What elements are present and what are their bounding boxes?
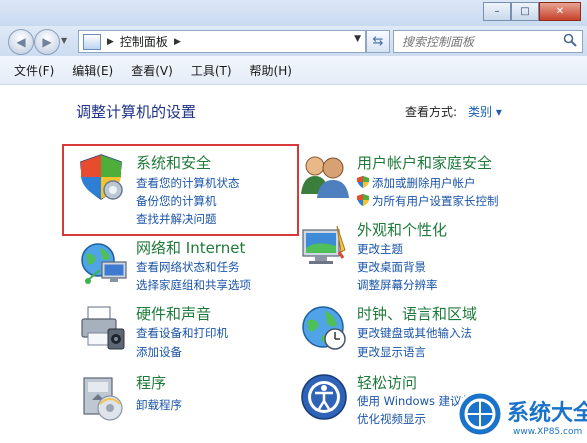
watermark-text: 系统大全	[507, 401, 587, 426]
menu-help[interactable]: 帮助(H)	[241, 62, 301, 79]
address-bar[interactable]: ▶ 控制面板 ▶ ▼	[78, 30, 366, 53]
category-title[interactable]: 时钟、语言和区域	[357, 303, 477, 324]
address-dropdown-icon[interactable]: ▼	[354, 34, 361, 44]
refresh-icon: ⇆	[372, 34, 384, 49]
navigation-bar: ◀ ▶ ▼ ▶ 控制面板 ▶ ▼ ⇆	[0, 26, 587, 56]
menu-view[interactable]: 查看(V)	[122, 62, 182, 79]
ease-of-access-icon[interactable]	[299, 372, 349, 422]
menu-edit[interactable]: 编辑(E)	[63, 62, 122, 79]
category-title[interactable]: 用户帐户和家庭安全	[357, 152, 492, 173]
breadcrumb-arrow-icon[interactable]: ▶	[174, 37, 181, 47]
menu-file[interactable]: 文件(F)	[0, 62, 63, 79]
back-button[interactable]: ◀	[8, 29, 34, 55]
category-title[interactable]: 轻松访问	[357, 372, 417, 393]
menu-tools[interactable]: 工具(T)	[182, 62, 241, 79]
recent-pages-dropdown[interactable]: ▼	[61, 36, 67, 45]
category-link[interactable]: 更改桌面背景	[357, 259, 426, 275]
maximize-button[interactable]: □	[511, 2, 539, 21]
highlight-box	[62, 144, 299, 236]
category-title[interactable]: 网络和 Internet	[136, 237, 245, 258]
watermark: 系统大全 www.XP85.com	[455, 383, 587, 443]
category-title[interactable]: 外观和个性化	[357, 219, 447, 240]
back-arrow-icon: ◀	[16, 35, 26, 49]
category-title[interactable]: 程序	[136, 372, 166, 393]
breadcrumb-arrow-icon[interactable]: ▶	[107, 37, 114, 47]
category-link[interactable]: 添加设备	[136, 344, 182, 360]
forward-arrow-icon: ▶	[42, 35, 52, 49]
programs-icon[interactable]	[78, 372, 128, 422]
menu-bar: 文件(F) 编辑(E) 查看(V) 工具(T) 帮助(H)	[0, 56, 587, 85]
appearance-icon[interactable]	[299, 222, 349, 270]
page-title: 调整计算机的设置	[76, 103, 197, 121]
users-icon[interactable]	[299, 152, 349, 200]
printer-icon[interactable]	[78, 303, 128, 351]
forward-button[interactable]: ▶	[34, 29, 60, 55]
category-link[interactable]: 添加或删除用户帐户	[372, 175, 476, 191]
breadcrumb-control-panel[interactable]: 控制面板	[120, 33, 168, 50]
category-link[interactable]: 更改主题	[357, 241, 403, 257]
category-link[interactable]: 调整屏幕分辨率	[357, 277, 438, 293]
control-panel-icon	[83, 33, 101, 50]
refresh-button[interactable]: ⇆	[366, 30, 390, 53]
watermark-url: www.XP85.com	[513, 427, 583, 437]
category-link[interactable]: 选择家庭组和共享选项	[136, 277, 251, 293]
category-link[interactable]: 为所有用户设置家长控制	[372, 193, 499, 209]
window-controls: – □ ✕	[483, 2, 581, 21]
uac-shield-icon	[357, 176, 369, 188]
search-input[interactable]	[400, 33, 564, 50]
category-link[interactable]: 更改键盘或其他输入法	[357, 325, 472, 341]
minimize-button[interactable]: –	[483, 2, 511, 21]
watermark-logo-icon	[456, 390, 504, 438]
view-by-label: 查看方式:	[405, 105, 458, 119]
category-link[interactable]: 卸载程序	[136, 397, 182, 413]
close-button[interactable]: ✕	[539, 2, 581, 21]
category-link[interactable]: 查看设备和打印机	[136, 325, 228, 341]
title-bar: – □ ✕	[0, 0, 587, 26]
search-box[interactable]	[393, 30, 583, 53]
category-link[interactable]: 优化视频显示	[357, 411, 426, 427]
view-by-dropdown[interactable]: 类别 ▾	[468, 103, 502, 120]
globe-clock-icon[interactable]	[299, 303, 349, 353]
uac-shield-icon	[357, 194, 369, 206]
category-link[interactable]: 查看网络状态和任务	[136, 259, 240, 275]
search-icon[interactable]	[563, 33, 577, 47]
category-link[interactable]: 更改显示语言	[357, 344, 426, 360]
category-title[interactable]: 硬件和声音	[136, 303, 211, 324]
network-icon[interactable]	[78, 240, 128, 288]
